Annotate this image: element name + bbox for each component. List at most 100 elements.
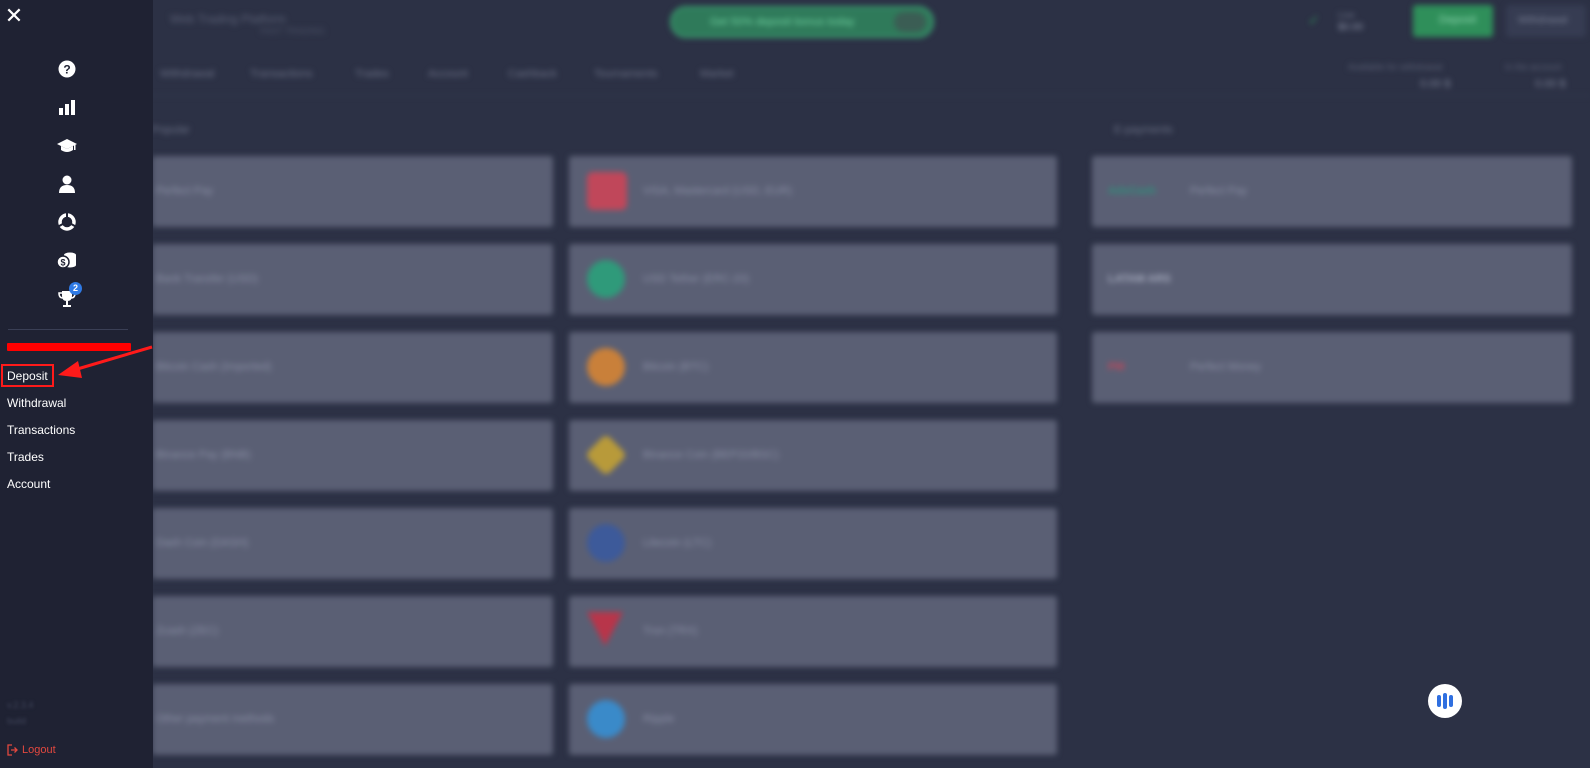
payment-card-label: Litecoin (LTC) (643, 537, 712, 549)
payment-card-label: Bank Transfer (USD) (156, 273, 259, 285)
menu-item-deposit[interactable]: Deposit (7, 369, 48, 383)
visa-mastercard-icon (587, 172, 627, 210)
version-text: v.2.3.4 (7, 700, 34, 710)
payment-card[interactable]: Dash Coin (DASH) (152, 508, 553, 579)
payment-card-label: Binance Coin (BEP20/BSC) (643, 449, 779, 461)
trophy-icon[interactable]: 2 (57, 282, 82, 309)
stat-account-label: In the account (1505, 62, 1562, 72)
brand-title: Web Trading Platform (170, 12, 286, 26)
menu-item-transactions[interactable]: Transactions (7, 423, 75, 437)
payment-card[interactable]: PM Perfect Money (1092, 332, 1572, 403)
payment-card[interactable]: Tron (TRX) (569, 596, 1057, 667)
tab-transactions[interactable]: Transactions (250, 68, 313, 80)
promo-text: Get 50% deposit bonus today (710, 16, 855, 28)
payment-card-label: Other payment methods (156, 713, 275, 725)
account-balance: $0.00 (1338, 22, 1364, 33)
payment-card-label: Zcash (ZEC) (156, 625, 219, 637)
logout-button[interactable]: Logout (7, 744, 56, 756)
account-label: Live (1338, 10, 1355, 20)
stat-available-value: 0.00 $ (1420, 78, 1451, 90)
payment-card[interactable]: Binance Pay (BNB) (152, 420, 553, 491)
tab-cashback[interactable]: Cashback (508, 68, 557, 80)
top-deposit-button[interactable]: Deposit (1413, 5, 1493, 37)
support-chat-button[interactable] (1428, 684, 1462, 718)
chart-icon[interactable] (57, 97, 77, 117)
payment-card[interactable]: Ripple (569, 684, 1057, 755)
payment-card[interactable]: AdvCash Perfect Pay (1092, 156, 1572, 227)
payment-card-label: VISA, Mastercard (USD, EUR) (643, 185, 793, 197)
menu-item-withdrawal[interactable]: Withdrawal (7, 396, 66, 410)
top-withdraw-label: Withdrawal (1518, 15, 1568, 26)
account-switcher[interactable]: ✓ Live $0.00 (1308, 8, 1394, 36)
payment-card-label: Ripple (643, 713, 675, 725)
payment-card-label: USD Tether (ERC-20) (643, 273, 750, 285)
redacted-bar (7, 343, 131, 351)
latam-logo: LATAM ARS (1108, 273, 1171, 285)
perfect-money-logo: PM (1108, 361, 1125, 373)
stat-account-value: 0.00 $ (1535, 78, 1566, 90)
section-popular: Popular (152, 124, 190, 136)
build-text: build (7, 716, 27, 726)
svg-text:?: ? (63, 63, 70, 77)
binance-icon (584, 433, 628, 477)
brand-subtitle: FAST TRADING (260, 26, 326, 36)
account-check-icon: ✓ (1308, 12, 1320, 28)
tab-bar: Withdrawal Transactions Trades Account C… (152, 60, 1052, 90)
tab-trades[interactable]: Trades (355, 68, 389, 80)
tab-tournaments[interactable]: Tournaments (594, 68, 658, 80)
payment-card[interactable]: USD Tether (ERC-20) (569, 244, 1057, 315)
payment-card-label: Perfect Pay (156, 185, 213, 197)
tab-market[interactable]: Market (700, 68, 734, 80)
menu-item-account[interactable]: Account (7, 477, 50, 491)
user-icon[interactable] (57, 174, 77, 194)
top-withdraw-button[interactable]: Withdrawal (1506, 5, 1586, 37)
payment-card-label: Bitcoin (BTC) (643, 361, 709, 373)
payment-card[interactable]: Litecoin (LTC) (569, 508, 1057, 579)
payment-card[interactable]: LATAM ARS (1092, 244, 1572, 315)
background-app: Web Trading Platform FAST TRADING Get 50… (0, 0, 1590, 768)
payment-card-label: Bitcoin Cash (Imported) (156, 361, 272, 373)
litecoin-icon (587, 524, 625, 562)
bars-icon (1449, 695, 1453, 707)
bars-icon (1443, 693, 1447, 709)
payment-card-label: Dash Coin (DASH) (156, 537, 249, 549)
education-icon[interactable] (57, 136, 77, 156)
advcash-logo: AdvCash (1108, 185, 1156, 197)
stat-available-label: Available for withdrawal (1348, 62, 1443, 72)
tab-withdrawal[interactable]: Withdrawal (160, 68, 214, 80)
payment-card[interactable]: Zcash (ZEC) (152, 596, 553, 667)
payment-card[interactable]: Perfect Pay (152, 156, 553, 227)
payment-card[interactable]: Bitcoin (BTC) (569, 332, 1057, 403)
tab-account[interactable]: Account (428, 68, 468, 80)
sidebar-divider (8, 329, 128, 330)
help-icon[interactable]: ? (57, 59, 77, 79)
payment-card-label: Tron (TRX) (643, 625, 698, 637)
notification-badge: 2 (69, 282, 82, 295)
payment-card-label: Binance Pay (BNB) (156, 449, 251, 461)
payment-card[interactable]: Bitcoin Cash (Imported) (152, 332, 553, 403)
promo-banner[interactable]: Get 50% deposit bonus today (670, 6, 934, 38)
top-deposit-label: Deposit (1439, 14, 1477, 26)
menu-item-trades[interactable]: Trades (7, 450, 44, 464)
payment-card[interactable]: VISA, Mastercard (USD, EUR) (569, 156, 1057, 227)
payment-card[interactable]: Other payment methods (152, 684, 553, 755)
logout-label: Logout (22, 744, 56, 756)
logout-icon (7, 744, 18, 756)
top-bar: Web Trading Platform FAST TRADING Get 50… (0, 0, 1590, 42)
sidebar-drawer: ✕ ? $ 2 Deposit Withdrawal Transactions … (0, 0, 153, 768)
payment-card-label: Perfect Money (1190, 361, 1261, 373)
promo-go-button[interactable] (894, 12, 926, 32)
payment-card[interactable]: Binance Coin (BEP20/BSC) (569, 420, 1057, 491)
svg-text:$: $ (60, 258, 65, 268)
payment-card-label: Perfect Pay (1190, 185, 1247, 197)
bars-icon (1437, 695, 1441, 707)
ripple-icon (587, 700, 625, 738)
tron-icon (587, 612, 623, 646)
tabs-divider (152, 95, 1590, 96)
bitcoin-icon (587, 348, 625, 386)
tether-icon (587, 260, 625, 298)
close-icon[interactable]: ✕ (3, 5, 25, 27)
payment-card[interactable]: Bank Transfer (USD) (152, 244, 553, 315)
pie-chart-icon[interactable] (57, 212, 77, 232)
coins-icon[interactable]: $ (57, 250, 77, 270)
